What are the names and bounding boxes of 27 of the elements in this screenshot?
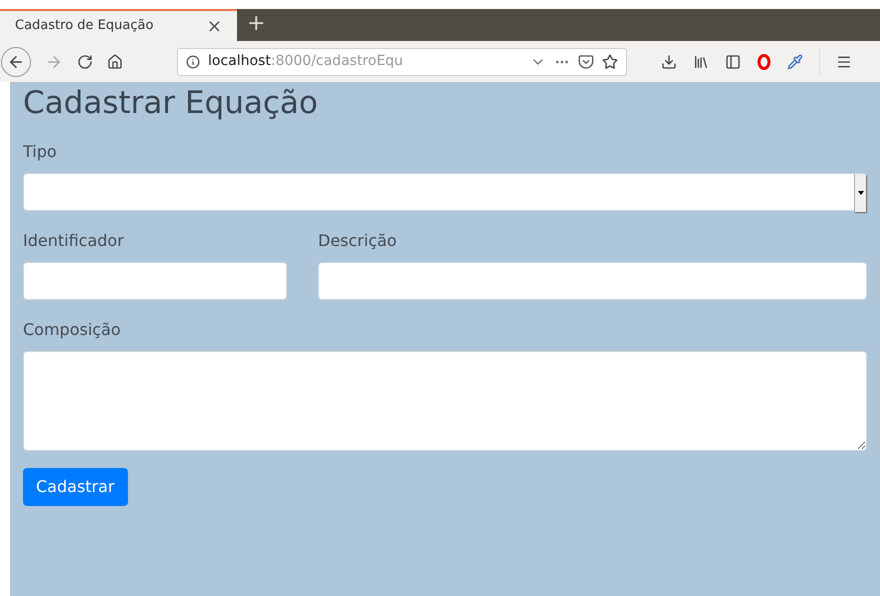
field-label: Tipo	[23, 141, 58, 163]
back-button[interactable]	[1, 46, 31, 76]
field-label: Composição	[23, 319, 122, 341]
download-icon[interactable]	[661, 54, 677, 70]
caret-icon	[858, 191, 864, 195]
submit-button[interactable]: Cadastrar	[23, 468, 128, 506]
input-field[interactable]	[318, 262, 867, 300]
home-icon[interactable]	[107, 54, 123, 70]
reload-icon[interactable]	[77, 54, 93, 70]
url-text: localhost:8000/cadastroEqu	[208, 52, 404, 71]
dropdown-button[interactable]	[854, 174, 866, 212]
menu-icon[interactable]	[836, 54, 852, 70]
new-tab-button[interactable]: +	[237, 9, 276, 41]
page-heading: Cadastrar Equação	[23, 84, 319, 122]
input-field[interactable]	[23, 262, 287, 300]
field-label: Descrição	[318, 230, 398, 252]
field-label: Identificador	[23, 230, 125, 252]
library-icon[interactable]	[693, 54, 709, 70]
address-bar[interactable]: localhost:8000/cadastroEqu	[177, 48, 627, 76]
sidebar-icon[interactable]	[725, 54, 741, 70]
close-tab-button[interactable]: ×	[206, 12, 222, 40]
opera-icon[interactable]	[757, 54, 771, 70]
info-icon[interactable]	[186, 54, 200, 68]
star-icon[interactable]	[602, 54, 618, 70]
pocket-icon[interactable]	[578, 54, 594, 70]
pipette-icon[interactable]	[787, 54, 803, 70]
browser-tab[interactable]: Cadastro de Equação ×	[0, 9, 237, 41]
